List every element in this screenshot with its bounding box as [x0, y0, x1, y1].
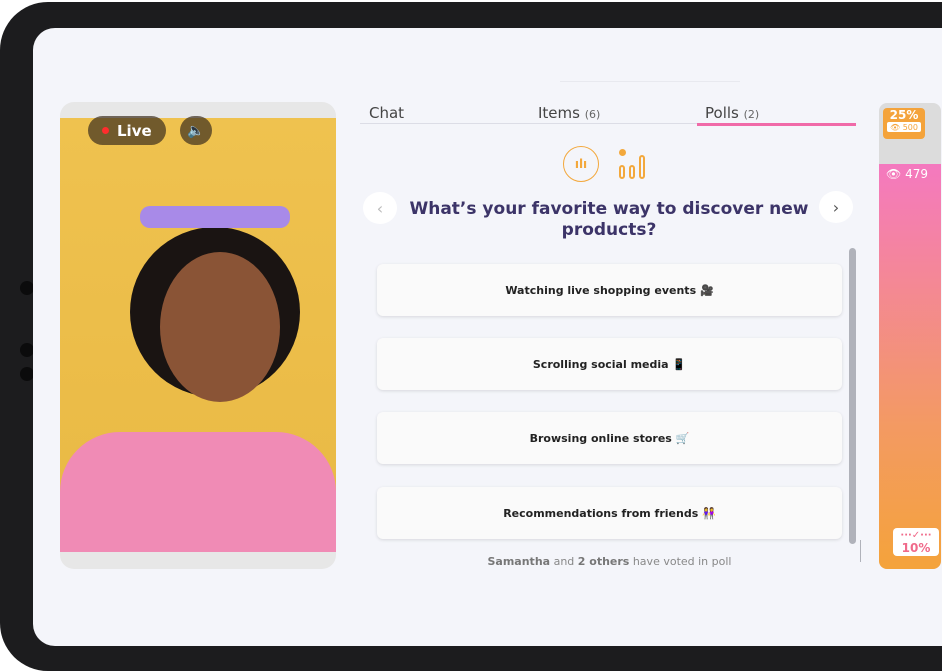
video-shirt	[60, 432, 336, 552]
side-button	[20, 343, 34, 357]
cart-emoji-icon: 🛒	[675, 431, 690, 445]
scrollbar[interactable]	[849, 248, 856, 544]
poll-icon-new[interactable]	[619, 149, 649, 179]
top-viewers-count: 500	[902, 123, 918, 132]
tab-chat[interactable]: Chat	[369, 104, 404, 122]
option-label: Recommendations from friends	[503, 506, 699, 520]
top-percent: 25%	[889, 108, 919, 122]
eye-icon: 👁	[886, 167, 902, 181]
video-glasses	[140, 206, 290, 228]
divider	[560, 81, 740, 82]
option-label: Watching live shopping events	[505, 283, 697, 297]
tab-items[interactable]: Items (6)	[538, 104, 600, 122]
bar	[639, 155, 645, 179]
bar	[629, 165, 635, 179]
video-face	[160, 252, 280, 402]
friends-emoji-icon: 👭	[702, 506, 716, 520]
scroll-track	[860, 540, 861, 562]
tab-bar: Chat Items (6) Polls (2)	[360, 100, 857, 126]
voters-suffix: have voted in poll	[629, 555, 732, 568]
camera-emoji-icon: 🎥	[699, 283, 714, 297]
tab-count: (6)	[584, 108, 601, 121]
poll-icon-active[interactable]: ılı	[563, 146, 599, 182]
live-video[interactable]: Live 🔈	[60, 102, 336, 569]
voter-others: 2 others	[577, 555, 630, 568]
prev-poll-button[interactable]: ‹	[363, 192, 397, 224]
bar	[619, 165, 625, 179]
voters-and: and	[550, 555, 578, 568]
tab-label: Polls	[705, 104, 739, 122]
tab-count: (2)	[743, 108, 760, 121]
current-viewers: 👁 479	[886, 167, 928, 181]
live-dot-icon	[102, 127, 109, 134]
viewer-count: 479	[905, 167, 928, 181]
eye-icon: 👁	[890, 123, 901, 132]
poll-option[interactable]: Scrolling social media 📱	[377, 338, 842, 390]
option-label: Scrolling social media	[532, 357, 669, 371]
bottom-discount-tag: ···✓··· 10%	[893, 528, 939, 556]
live-badge: Live	[88, 116, 166, 145]
top-viewers: 👁 500	[887, 122, 921, 132]
meter-fill	[879, 164, 941, 569]
poll-option[interactable]: Recommendations from friends 👭	[377, 487, 842, 539]
tab-label: Chat	[369, 104, 405, 122]
bottom-percent: 10%	[901, 541, 931, 555]
tab-polls[interactable]: Polls (2)	[696, 104, 857, 126]
side-button	[20, 367, 34, 381]
top-discount-tag: 25% 👁 500	[883, 108, 925, 139]
poll-option[interactable]: Watching live shopping events 🎥	[377, 264, 842, 316]
speaker-icon[interactable]: 🔈	[180, 116, 212, 145]
poll-question: What’s your favorite way to discover new…	[409, 199, 809, 240]
live-label: Live	[117, 121, 152, 140]
tab-label: Items	[538, 104, 580, 122]
option-label: Browsing online stores	[529, 431, 672, 445]
voters-text: Samantha and 2 others have voted in poll	[377, 555, 842, 568]
voter-name: Samantha	[487, 555, 551, 568]
poll-option[interactable]: Browsing online stores 🛒	[377, 412, 842, 464]
notification-dot	[619, 149, 626, 156]
phone-emoji-icon: 📱	[672, 357, 687, 371]
next-poll-button[interactable]: ›	[819, 191, 853, 223]
poll-pager: ılı	[563, 146, 649, 182]
camera-dot	[20, 281, 34, 295]
